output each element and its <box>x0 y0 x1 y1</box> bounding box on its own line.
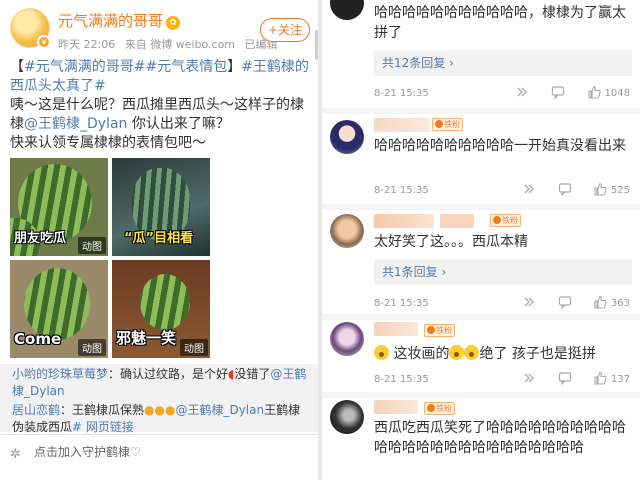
comment-username[interactable] <box>374 400 418 414</box>
post-panel: v 元气满满的哥哥 ✿ 昨天 22:06 来自 微博 weibo.com 已编辑 … <box>0 0 318 480</box>
comment-text: 太好笑了这。。。西瓜本精 <box>374 234 528 250</box>
comment-icon[interactable] <box>558 295 576 310</box>
image-caption: 朋友吃瓜 <box>14 231 67 246</box>
like-icon <box>594 295 607 309</box>
gif-badge: 动图 <box>78 339 106 356</box>
comment-username[interactable] <box>374 322 418 336</box>
post-image[interactable]: “瓜”目相看 <box>112 158 210 256</box>
image-caption: 邪魅一笑 <box>116 329 177 347</box>
avatar[interactable] <box>330 0 364 20</box>
like-icon <box>594 371 607 385</box>
verified-badge-icon: v <box>37 35 51 49</box>
divider <box>322 392 640 398</box>
image-caption: “瓜”目相看 <box>124 231 194 246</box>
post-image[interactable]: 邪魅一笑 动图 <box>112 260 210 358</box>
share-icon[interactable] <box>523 182 541 196</box>
mention-link[interactable]: @王鹤棣_Dylan <box>24 116 127 132</box>
web-link[interactable]: # 网页链接 <box>72 420 134 434</box>
comment-actions: 363 <box>509 295 630 310</box>
share-icon[interactable] <box>523 371 541 385</box>
username[interactable]: 元气满满的哥哥 ✿ <box>58 10 181 31</box>
post-source: 来自 微博 weibo.com <box>124 38 236 51</box>
post-meta: 昨天 22:06 来自 微博 weibo.com 已编辑 <box>58 36 284 52</box>
comment-text: 哈哈哈哈哈哈哈哈哈哈一开始真没看出来 <box>374 138 626 154</box>
divider <box>322 204 640 210</box>
post-image[interactable]: 朋友吃瓜 动图 <box>10 158 108 256</box>
mention-link[interactable]: @王鹤棣_Dylan <box>175 403 264 417</box>
guard-button[interactable]: ✲ 点击加入守护鹤棣♡ <box>10 438 310 466</box>
laugh-emoji-icon <box>449 345 465 360</box>
comment-username-part <box>440 214 474 228</box>
comment-time: 8-21 15:35 <box>374 374 429 385</box>
like-icon <box>594 182 607 196</box>
gif-badge: 动图 <box>78 237 106 254</box>
laugh-emoji-icon <box>464 345 480 360</box>
comment-text: 哈哈哈哈哈哈哈哈哈哈哈，棣棣为了赢太拼了 <box>374 5 626 41</box>
vip-badge-icon: ✿ <box>166 16 181 30</box>
view-replies-link[interactable]: 共1条回复 › <box>374 259 632 285</box>
scrollbar[interactable] <box>315 30 318 60</box>
post-header: v 元气满满的哥哥 ✿ 昨天 22:06 来自 微博 weibo.com 已编辑 … <box>0 0 318 60</box>
reply-user[interactable]: 居山恋鹤 <box>12 403 60 417</box>
comment-icon[interactable] <box>558 371 576 386</box>
image-grid: 朋友吃瓜 动图 “瓜”目相看 Come 动图 邪魅一笑 动图 <box>10 158 210 358</box>
comment-username[interactable] <box>374 214 434 228</box>
follow-button[interactable]: +关注 <box>260 18 310 42</box>
divider <box>0 434 318 435</box>
like-icon <box>587 85 601 99</box>
avatar[interactable] <box>330 322 364 356</box>
avatar[interactable] <box>330 214 364 248</box>
like-button[interactable]: 363 <box>593 295 630 309</box>
avatar[interactable] <box>330 120 364 154</box>
comment-actions: 137 <box>509 371 630 386</box>
post-time: 昨天 22:06 <box>58 38 116 51</box>
image-caption: Come <box>14 330 62 348</box>
avatar[interactable]: v <box>10 8 51 49</box>
divider <box>322 108 640 114</box>
comment-text: 西瓜吃西瓜笑死了哈哈哈哈哈哈哈哈哈哈哈哈哈哈哈哈哈哈哈哈哈哈哈哈哈 <box>374 420 626 456</box>
comment-actions: 1048 <box>502 85 630 100</box>
fan-badge: 铁粉 <box>490 214 521 227</box>
hashtag-link[interactable]: #元气满满的哥哥# <box>24 59 145 75</box>
comment-username[interactable] <box>374 118 430 132</box>
comment-time: 8-21 15:35 <box>374 185 429 196</box>
share-icon[interactable] <box>523 295 541 309</box>
like-button[interactable]: 1048 <box>587 85 630 99</box>
comment-actions: 525 <box>509 182 630 197</box>
hashtag-link[interactable]: #元气表情包 <box>145 59 227 75</box>
like-button[interactable]: 525 <box>593 182 630 196</box>
fan-badge: 铁粉 <box>424 324 455 337</box>
comment-icon[interactable] <box>551 85 569 100</box>
emoji-icon: ●●● <box>144 403 176 417</box>
surprised-emoji-icon <box>374 345 389 360</box>
heart-icon: ✲ <box>10 447 21 462</box>
comment-time: 8-21 15:35 <box>374 298 429 309</box>
comment-text: 这妆画的 绝了 孩子也是挺拼 <box>374 344 632 364</box>
reply-preview-item[interactable]: 小哟的珍珠草莓梦：确认过纹路，是个好◖没错了@王鹤棣_Dylan <box>12 366 308 400</box>
comment-time: 8-21 15:35 <box>374 88 429 99</box>
share-icon[interactable] <box>516 85 534 99</box>
gif-badge: 动图 <box>180 339 208 356</box>
like-button[interactable]: 137 <box>593 371 630 385</box>
avatar[interactable] <box>330 400 364 434</box>
view-replies-link[interactable]: 共12条回复 › <box>374 50 632 76</box>
comment-icon[interactable] <box>558 182 576 197</box>
fan-badge: 铁粉 <box>432 118 463 131</box>
post-text: 【#元气满满的哥哥##元气表情包】#王鹤棣的西瓜头太真了# 咦～这是什么呢？西瓜… <box>10 59 309 151</box>
fan-badge: 铁粉 <box>424 402 455 415</box>
comments-panel: 哈哈哈哈哈哈哈哈哈哈哈，棣棣为了赢太拼了 共12条回复 › 8-21 15:35… <box>322 0 640 480</box>
reply-preview-item[interactable]: 居山恋鹤：王鹤棣瓜保熟●●●@王鹤棣_Dylan王鹤棣伪装成西瓜# 网页链接 <box>12 402 308 436</box>
reply-user[interactable]: 小哟的珍珠草莓梦 <box>12 367 108 381</box>
watermelon-head-image <box>140 274 190 330</box>
divider <box>322 314 640 320</box>
post-image[interactable]: Come 动图 <box>10 260 108 358</box>
